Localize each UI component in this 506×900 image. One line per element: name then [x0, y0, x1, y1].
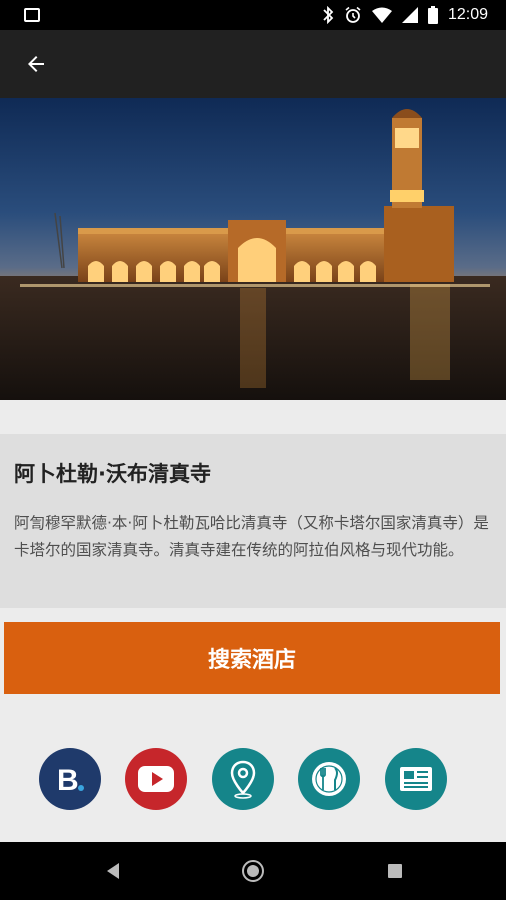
- map-pin-icon: [230, 760, 256, 799]
- wifi-icon: [371, 7, 392, 23]
- map-link-button[interactable]: [212, 748, 274, 810]
- attraction-description: 阿訇穆罕默德·本·阿卜杜勒瓦哈比清真寺（又称卡塔尔国家清真寺）是卡塔尔的国家清真…: [14, 514, 489, 559]
- youtube-link-button[interactable]: [125, 748, 187, 810]
- booking-icon: B: [57, 764, 84, 797]
- booking-link-button[interactable]: B: [39, 748, 101, 810]
- nav-home-button[interactable]: [240, 858, 266, 884]
- nav-recents-icon: [388, 864, 402, 878]
- restaurant-icon: [312, 762, 346, 796]
- section-spacer: [0, 400, 506, 434]
- attraction-info-card: 阿卜杜勒·沃布清真寺 阿訇穆罕默德·本·阿卜杜勒瓦哈比清真寺（又称卡塔尔国家清真…: [0, 434, 506, 608]
- restaurant-link-button[interactable]: [298, 748, 360, 810]
- svg-text:B: B: [57, 764, 79, 797]
- signal-icon: [401, 7, 418, 23]
- status-bar: 12:09: [0, 0, 506, 30]
- back-button[interactable]: [16, 44, 56, 84]
- youtube-icon: [138, 766, 174, 792]
- app-toolbar: [0, 30, 506, 98]
- nav-recents-button[interactable]: [382, 858, 408, 884]
- nav-back-button[interactable]: [100, 858, 126, 884]
- nav-back-icon: [107, 863, 119, 879]
- newspaper-icon: [400, 767, 432, 791]
- battery-icon: [427, 6, 438, 24]
- bluetooth-icon: [323, 6, 334, 24]
- arrow-back-icon: [28, 56, 44, 72]
- news-link-button[interactable]: [385, 748, 447, 810]
- alarm-icon: [345, 6, 361, 23]
- navigation-bar: [0, 842, 506, 900]
- gallery-notification-icon: [24, 8, 40, 22]
- mosque-photo: [0, 98, 506, 400]
- nav-home-icon: [242, 860, 264, 882]
- clock-time: 12:09: [447, 6, 488, 23]
- search-hotels-button[interactable]: 搜索酒店: [4, 622, 500, 694]
- attraction-title: 阿卜杜勒·沃布清真寺: [14, 462, 211, 486]
- quick-links-row: B: [0, 748, 506, 810]
